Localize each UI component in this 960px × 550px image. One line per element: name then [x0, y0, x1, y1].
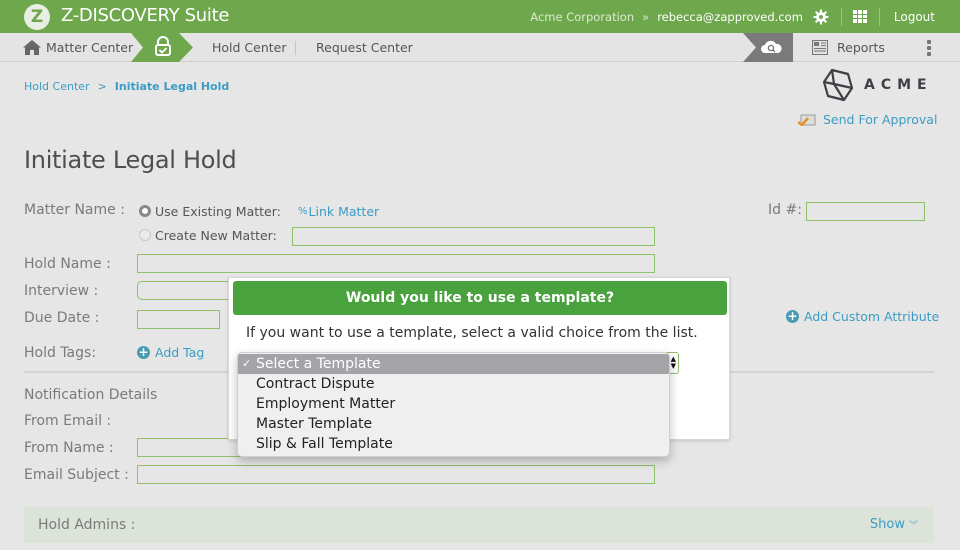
logout-link[interactable]: Logout [894, 10, 935, 24]
apps-grid-icon[interactable] [852, 10, 867, 23]
due-date-input[interactable] [137, 310, 220, 329]
show-label: Show [869, 517, 905, 532]
add-custom-attribute-label: Add Custom Attribute [804, 309, 940, 324]
nav-reports[interactable]: Reports [837, 33, 885, 62]
divider [878, 7, 880, 26]
matter-name-label: Matter Name : [24, 202, 125, 218]
user-area: Acme Corporation » rebecca@zapproved.com… [530, 0, 960, 33]
hold-name-input[interactable] [137, 254, 655, 273]
breadcrumb-current[interactable]: Initiate Legal Hold [115, 80, 229, 93]
checkmark-icon: ✓ [242, 357, 252, 370]
hold-name-label: Hold Name : [24, 256, 111, 272]
link-matter-label: Link Matter [308, 204, 380, 219]
add-tag-link[interactable]: + Add Tag [137, 345, 204, 360]
breadcrumb: Hold Center > Initiate Legal Hold [24, 80, 229, 93]
dialog-message: If you want to use a template, select a … [246, 325, 698, 341]
hold-tags-label: Hold Tags: [24, 345, 97, 361]
app-title[interactable]: Z-DISCOVERY Suite [61, 5, 229, 26]
breadcrumb-separator: > [97, 80, 107, 93]
breadcrumb-hold-center[interactable]: Hold Center [24, 80, 90, 93]
nav-hold-center[interactable]: Hold Center [212, 33, 287, 62]
dropdown-option[interactable]: Contract Dispute [238, 374, 669, 394]
notification-details-heading: Notification Details [24, 387, 158, 403]
dropdown-option[interactable]: Slip & Fall Template [238, 434, 669, 454]
nav-legal-hold-active-tab[interactable] [131, 33, 193, 62]
nav-matter-center[interactable]: Matter Center [46, 33, 133, 62]
email-subject-label: Email Subject : [24, 467, 129, 483]
create-new-matter-radio[interactable] [139, 229, 151, 241]
option-label: Master Template [256, 416, 373, 432]
dialog-title: Would you like to use a template? [233, 281, 727, 315]
use-existing-matter-radio[interactable] [139, 205, 151, 217]
interview-label: Interview : [24, 283, 99, 299]
dropdown-option[interactable]: Employment Matter [238, 394, 669, 414]
from-email-label: From Email : [24, 413, 112, 429]
divider [840, 7, 842, 26]
link-icon: % [298, 206, 308, 217]
id-input[interactable] [806, 202, 925, 221]
due-date-label: Due Date : [24, 310, 100, 326]
send-approval-icon [798, 114, 816, 126]
user-email[interactable]: rebecca@zapproved.com [657, 10, 803, 24]
reports-icon[interactable] [812, 40, 828, 55]
nav-request-center[interactable]: Request Center [316, 33, 413, 62]
company-name: ACME [864, 77, 933, 93]
home-icon[interactable] [23, 40, 41, 55]
organization-name[interactable]: Acme Corporation [530, 10, 634, 24]
from-name-label: From Name : [24, 440, 114, 456]
email-subject-input[interactable] [137, 465, 655, 484]
link-matter-link[interactable]: % Link Matter [298, 204, 379, 219]
gear-icon[interactable] [813, 9, 829, 25]
send-for-approval-link[interactable]: Send For Approval [798, 112, 937, 127]
org-user-separator: » [642, 9, 650, 24]
top-bar: Z Z-DISCOVERY Suite Acme Corporation » r… [0, 0, 960, 33]
dropdown-option[interactable]: ✓ Select a Template [238, 354, 669, 374]
hold-admins-label: Hold Admins : [38, 517, 136, 533]
nav-cloud-search-tab[interactable] [743, 33, 793, 62]
option-label: Slip & Fall Template [256, 436, 393, 452]
company-logo: ACME [822, 68, 933, 102]
nav-divider [295, 41, 296, 55]
create-new-matter-input[interactable] [292, 227, 655, 246]
show-hold-admins-toggle[interactable]: Show ︾ [870, 517, 918, 532]
option-label: Contract Dispute [256, 376, 375, 392]
nav-bar: Matter Center Hold Center Request Center… [0, 33, 960, 62]
double-chevron-down-icon: ︾ [908, 521, 918, 531]
send-for-approval-label: Send For Approval [823, 112, 938, 127]
acme-cube-icon [822, 68, 854, 102]
plus-circle-icon: + [786, 309, 799, 323]
add-tag-label: Add Tag [155, 345, 205, 360]
create-new-matter-label[interactable]: Create New Matter: [155, 228, 277, 243]
use-existing-matter-label[interactable]: Use Existing Matter: [155, 204, 281, 219]
select-arrows-icon: ▲ ▼ [670, 355, 676, 370]
app-logo[interactable]: Z [24, 4, 50, 30]
dropdown-option[interactable]: Master Template [238, 414, 669, 434]
option-label: Select a Template [256, 356, 381, 372]
hold-admins-panel: Hold Admins : Show ︾ [24, 507, 934, 543]
option-label: Employment Matter [256, 396, 396, 412]
template-dropdown-list: ✓ Select a Template Contract Dispute Emp… [237, 352, 670, 457]
add-custom-attribute-link[interactable]: + Add Custom Attribute [786, 309, 939, 324]
page-title: Initiate Legal Hold [24, 146, 237, 174]
plus-circle-icon: + [137, 345, 150, 359]
id-label: Id #: [768, 202, 802, 218]
more-menu-icon[interactable] [926, 40, 932, 56]
